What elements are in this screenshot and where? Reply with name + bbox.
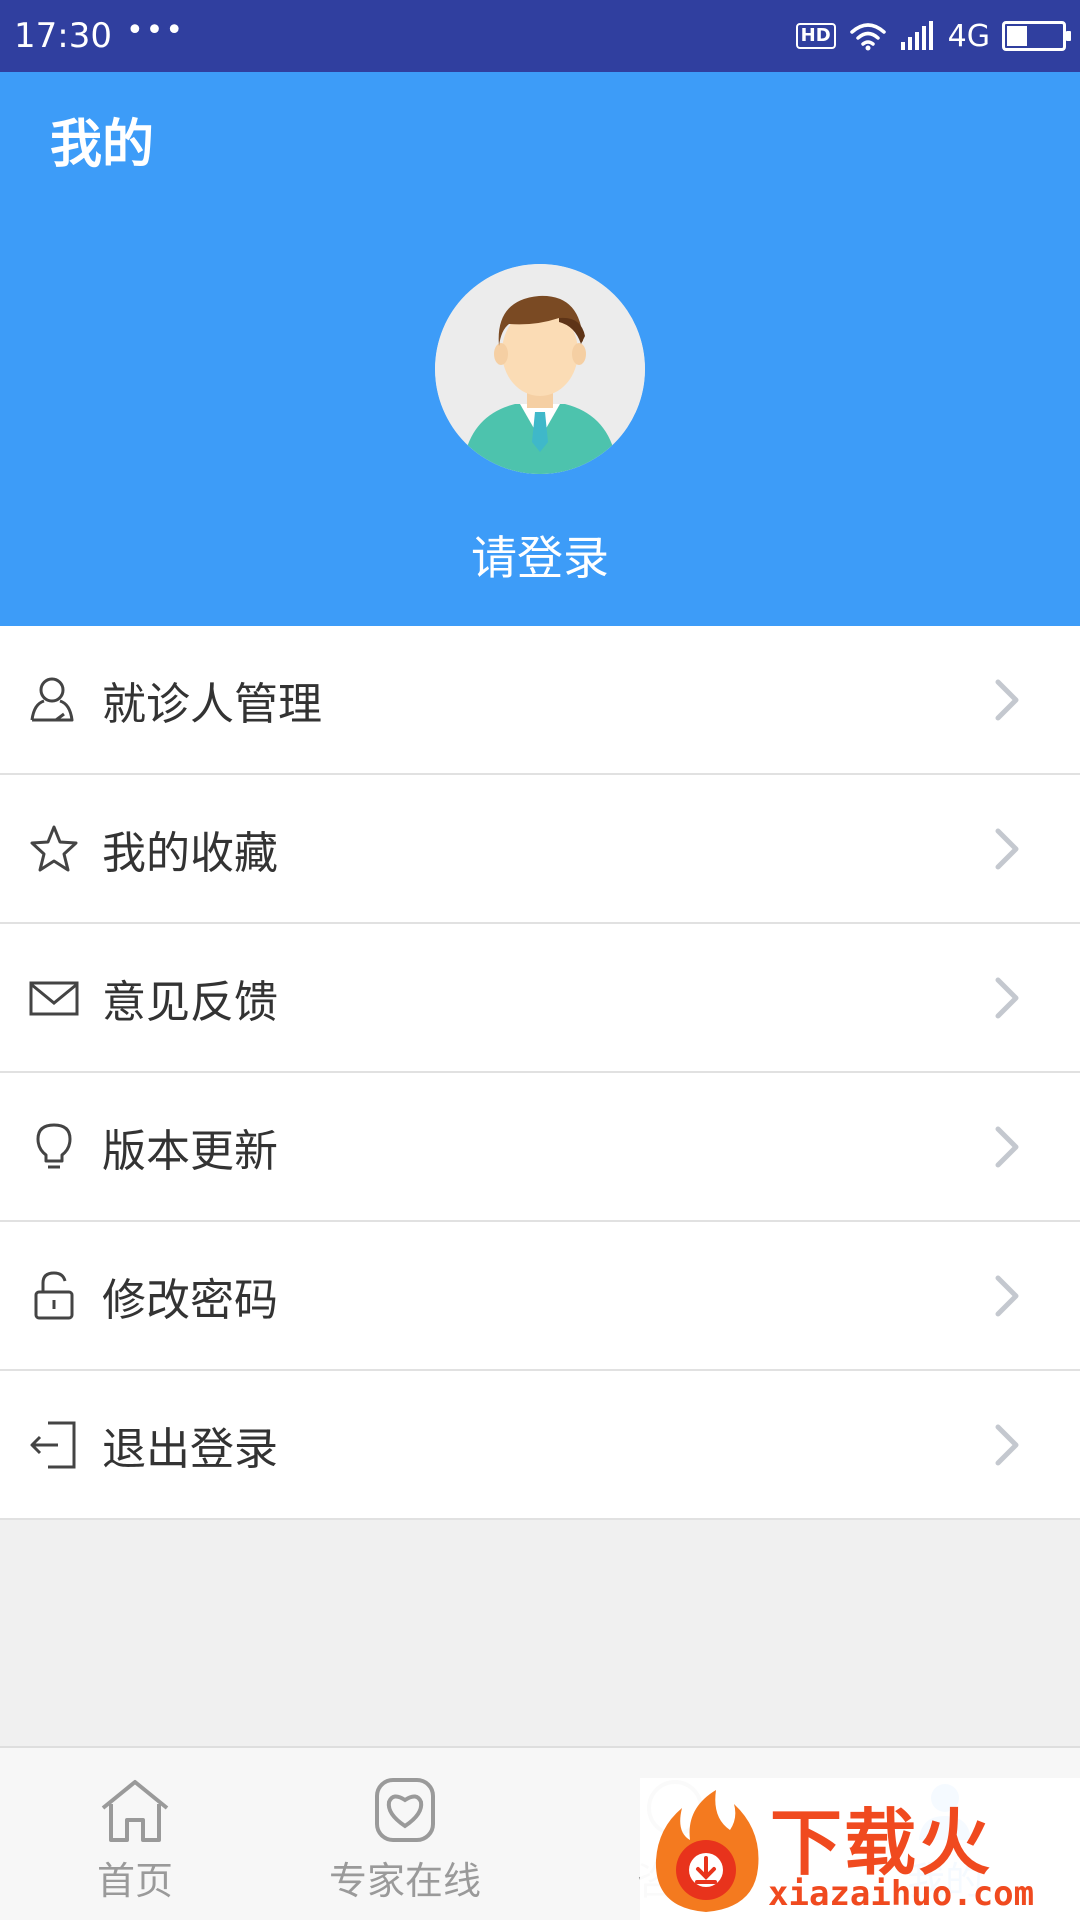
menu-item-favorites[interactable]: 我的收藏 [0, 775, 1080, 924]
page-title: 我的 [50, 115, 155, 175]
chevron-right-icon [995, 679, 1019, 720]
battery-level [1007, 26, 1028, 46]
menu-item-label: 退出登录 [102, 1423, 278, 1475]
heart-chat-icon [375, 1778, 435, 1842]
login-link[interactable]: 请登录 [0, 522, 1080, 588]
default-avatar-icon [435, 264, 645, 474]
menu-item-label: 我的收藏 [102, 827, 278, 879]
menu-item-logout[interactable]: 退出登录 [0, 1371, 1080, 1520]
menu-item-version-update[interactable]: 版本更新 [0, 1073, 1080, 1222]
status-more-dots: ••• [125, 12, 186, 48]
star-icon [30, 825, 78, 871]
menu-item-feedback[interactable]: 意见反馈 [0, 924, 1080, 1073]
watermark: 下载火 xiazaihuo.com [640, 1778, 1080, 1920]
menu-item-label: 修改密码 [102, 1274, 278, 1326]
tab-home[interactable]: 首页 [0, 1748, 270, 1920]
menu-item-change-password[interactable]: 修改密码 [0, 1222, 1080, 1371]
logout-icon [30, 1421, 76, 1468]
menu-item-label: 版本更新 [102, 1125, 278, 1177]
mail-icon [29, 981, 79, 1015]
chevron-right-icon [995, 1424, 1019, 1465]
chevron-right-icon [995, 977, 1019, 1018]
signal-icon [900, 21, 933, 50]
status-time: 17:30 [14, 16, 112, 56]
status-indicators: HD 4G [795, 18, 1071, 54]
flame-logo-icon [655, 1790, 759, 1912]
tab-label: 专家在线 [328, 1859, 481, 1903]
profile-header: 我的 请登录 [0, 72, 1080, 626]
menu-item-patient-management[interactable]: 就诊人管理 [0, 626, 1080, 775]
chevron-right-icon [995, 1126, 1019, 1167]
avatar[interactable] [435, 264, 645, 474]
chevron-right-icon [995, 828, 1019, 869]
tab-label: 首页 [96, 1859, 173, 1903]
person-icon [30, 677, 74, 721]
wifi-icon [849, 23, 886, 51]
bulb-icon [36, 1123, 72, 1168]
menu-item-label: 意见反馈 [102, 976, 278, 1028]
menu-list: 就诊人管理 我的收藏 意见反馈 版本更新 修改密码 退出登录 [0, 626, 1080, 1520]
hd-badge: HD [795, 23, 836, 49]
profile-screen: 17:30 ••• HD 4G 我的 请登录 就诊人管理 我的收藏 意见反馈 版… [0, 0, 1080, 1920]
network-type: 4G [947, 18, 990, 54]
menu-item-label: 就诊人管理 [102, 678, 322, 730]
home-icon [101, 1780, 169, 1842]
tab-experts-online[interactable]: 专家在线 [270, 1748, 540, 1920]
lock-icon [34, 1270, 74, 1319]
battery-icon [1002, 21, 1071, 51]
watermark-url: xiazaihuo.com [768, 1874, 1035, 1914]
chevron-right-icon [995, 1275, 1019, 1316]
status-bar: 17:30 ••• HD 4G [0, 0, 1080, 72]
